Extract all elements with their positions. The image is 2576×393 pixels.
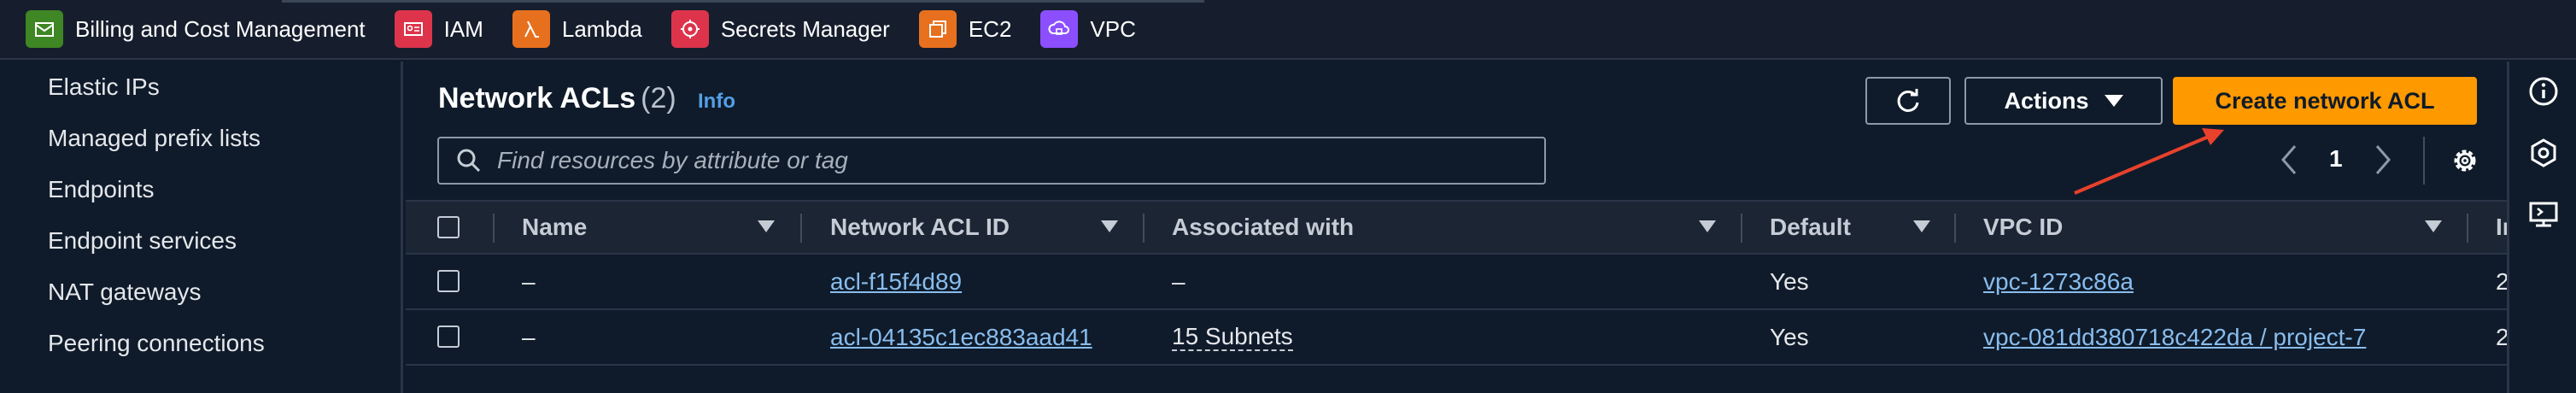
row-checkbox[interactable]	[437, 270, 460, 292]
column-divider	[1954, 214, 1956, 243]
favorites-bar: Billing and Cost Management IAM Lambda S…	[0, 0, 2576, 60]
help-panel-icon[interactable]	[2527, 137, 2560, 169]
column-divider	[1741, 214, 1742, 243]
vpc-icon	[1040, 10, 1079, 48]
sort-icon[interactable]	[2425, 220, 2442, 232]
column-header-default[interactable]: Default	[1770, 202, 1851, 253]
search-input[interactable]	[497, 147, 1522, 174]
select-all-checkbox[interactable]	[437, 216, 460, 238]
utility-rail	[2507, 62, 2576, 393]
chevron-right-icon[interactable]	[2368, 143, 2397, 177]
network-acls-table: Name Network ACL ID Associated with Defa…	[406, 200, 2512, 366]
pager-divider	[2423, 137, 2425, 185]
refresh-icon	[1897, 89, 1919, 112]
search-icon	[457, 149, 481, 173]
favorite-label: VPC	[1090, 15, 1136, 42]
column-header-network-acl-id[interactable]: Network ACL ID	[830, 202, 1010, 253]
cell-associated-with: –	[1172, 267, 1186, 295]
column-header-vpc-id[interactable]: VPC ID	[1983, 202, 2063, 253]
favorite-lambda[interactable]: Lambda	[512, 10, 642, 48]
cell-default: Yes	[1770, 323, 1809, 350]
page-title: Network ACLs (2)	[438, 82, 676, 115]
column-divider	[800, 214, 802, 243]
column-header-name[interactable]: Name	[522, 202, 587, 253]
vpc-id-link[interactable]: vpc-1273c86a	[1983, 268, 2134, 296]
column-divider	[1143, 214, 1145, 243]
resource-count: (2)	[641, 82, 676, 114]
top-divider	[282, 0, 1204, 3]
sidebar-item-nat-gateways[interactable]: NAT gateways	[48, 279, 201, 306]
network-acl-id-link[interactable]: acl-04135c1ec883aad41	[830, 324, 1092, 351]
sidebar-item-managed-prefix-lists[interactable]: Managed prefix lists	[48, 125, 261, 152]
caret-down-icon	[2104, 95, 2123, 107]
info-link[interactable]: Info	[698, 90, 735, 114]
info-icon[interactable]	[2527, 75, 2560, 108]
cell-name: –	[522, 323, 536, 350]
favorite-label: IAM	[443, 15, 483, 42]
main-content: Network ACLs (2) Info Actions Create netw…	[406, 62, 2512, 393]
favorite-iam[interactable]: IAM	[394, 10, 483, 48]
sidebar-item-peering-connections[interactable]: Peering connections	[48, 330, 265, 357]
page-title-text: Network ACLs	[438, 82, 636, 114]
sort-icon[interactable]	[1913, 220, 1930, 232]
sort-icon[interactable]	[758, 220, 775, 232]
chevron-left-icon[interactable]	[2274, 143, 2304, 177]
vpc-id-link[interactable]: vpc-081dd380718c422da / project-7	[1983, 324, 2366, 351]
sidebar-item-endpoints[interactable]: Endpoints	[48, 176, 155, 203]
sort-icon[interactable]	[1699, 220, 1716, 232]
favorite-label: Secrets Manager	[720, 15, 890, 42]
cell-default: Yes	[1770, 267, 1809, 295]
left-navigation: Elastic IPs Managed prefix lists Endpoin…	[0, 62, 403, 393]
secrets-manager-icon	[670, 10, 709, 48]
favorite-label: EC2	[968, 15, 1012, 42]
sidebar-item-elastic-ips[interactable]: Elastic IPs	[48, 73, 160, 101]
network-acl-id-link[interactable]: acl-f15f4d89	[830, 268, 962, 296]
create-network-acl-button[interactable]: Create network ACL	[2173, 77, 2477, 125]
favorite-label: Billing and Cost Management	[75, 15, 366, 42]
table-header: Name Network ACL ID Associated with Defa…	[406, 200, 2512, 255]
table-row[interactable]: – acl-04135c1ec883aad41 15 Subnets Yes v…	[406, 310, 2509, 366]
search-bar	[437, 137, 1546, 185]
tutorial-panel-icon[interactable]	[2527, 198, 2560, 231]
actions-button[interactable]: Actions	[1964, 77, 2163, 125]
column-divider	[2467, 214, 2468, 243]
table-row[interactable]: – acl-f15f4d89 – Yes vpc-1273c86a 2	[406, 255, 2509, 310]
lambda-icon	[512, 10, 550, 48]
billing-icon	[26, 10, 63, 48]
favorite-vpc[interactable]: VPC	[1040, 10, 1136, 48]
gear-icon[interactable]	[2448, 144, 2482, 178]
row-checkbox[interactable]	[437, 326, 460, 348]
favorite-label: Lambda	[561, 15, 642, 42]
column-divider	[493, 214, 495, 243]
sidebar-item-endpoint-services[interactable]: Endpoint services	[48, 227, 237, 255]
favorite-secrets-manager[interactable]: Secrets Manager	[670, 10, 890, 48]
sort-icon[interactable]	[1101, 220, 1118, 232]
actions-button-label: Actions	[2004, 87, 2089, 114]
iam-icon	[394, 10, 432, 48]
favorite-billing[interactable]: Billing and Cost Management	[26, 10, 366, 48]
current-page[interactable]: 1	[2329, 145, 2343, 173]
refresh-button[interactable]	[1865, 77, 1951, 125]
ec2-icon	[918, 10, 957, 48]
column-header-associated-with[interactable]: Associated with	[1172, 202, 1354, 253]
cell-name: –	[522, 267, 536, 295]
favorite-ec2[interactable]: EC2	[918, 10, 1012, 48]
associated-subnets-popover[interactable]: 15 Subnets	[1172, 323, 1293, 351]
